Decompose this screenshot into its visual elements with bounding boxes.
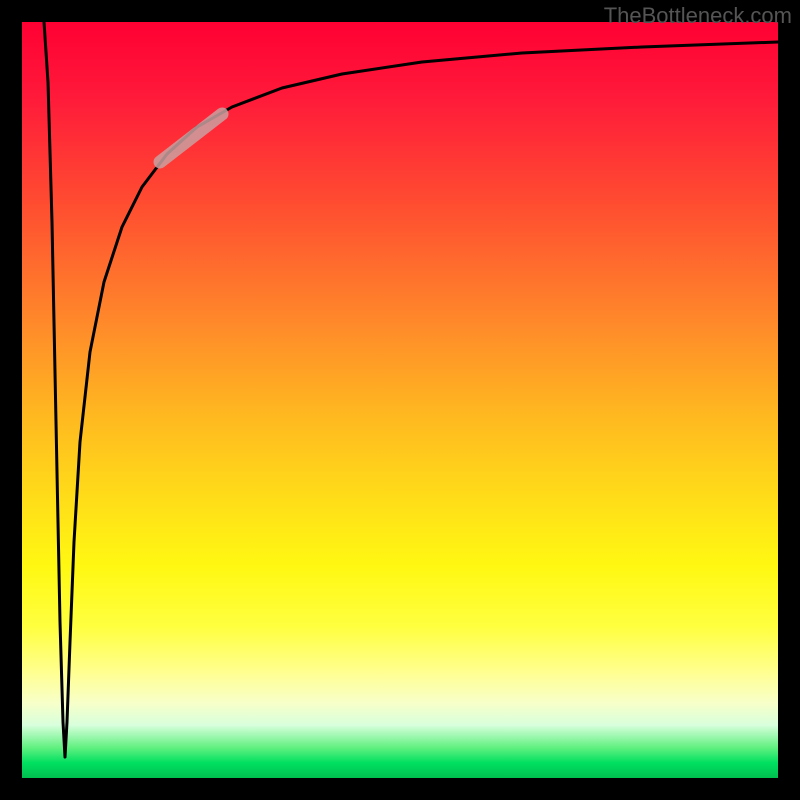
plot-area [22,22,778,778]
watermark-text: TheBottleneck.com [604,3,792,29]
bottleneck-curve-path [44,22,778,757]
curve-svg [22,22,778,778]
highlight-segment [160,114,222,162]
